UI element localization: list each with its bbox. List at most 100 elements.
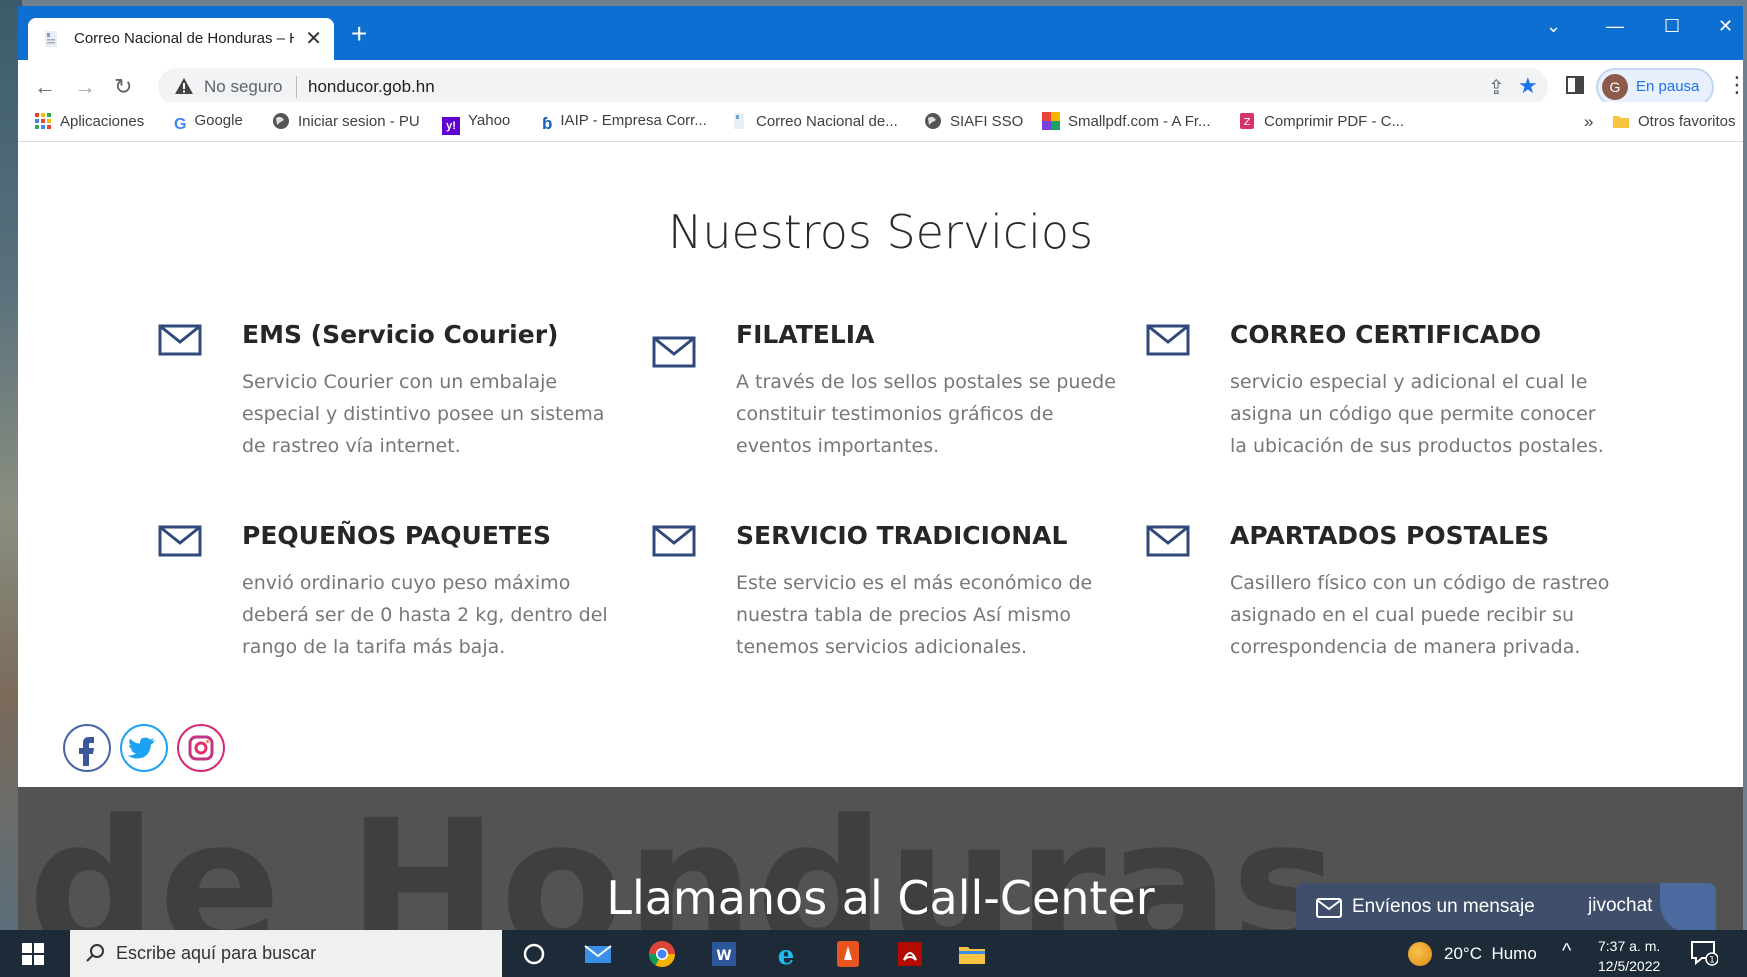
bookmark-siafi[interactable]: SIAFI SSO — [924, 112, 1023, 130]
notification-center-icon[interactable]: 1 — [1690, 940, 1718, 966]
bookmark-label: Aplicaciones — [60, 113, 145, 130]
other-bookmarks[interactable]: Otros favoritos — [1612, 112, 1736, 130]
profile-avatar: G — [1602, 74, 1628, 100]
envelope-icon — [1146, 525, 1190, 557]
reload-icon[interactable]: ↻ — [114, 74, 132, 100]
service-description: A través de los sellos postales se puede… — [736, 371, 1116, 457]
service-description: Casillero físico con un código de rastre… — [1230, 572, 1610, 658]
chat-widget-tail — [1660, 883, 1716, 930]
envelope-icon — [158, 324, 202, 356]
bookmark-star-icon[interactable]: ★ — [1518, 73, 1538, 99]
honducor-icon — [734, 113, 744, 129]
globe-icon — [925, 113, 941, 129]
search-placeholder: Escribe aquí para buscar — [116, 943, 317, 963]
internet-explorer-icon[interactable]: e — [770, 938, 802, 970]
service-title: SERVICIO TRADICIONAL — [736, 521, 1068, 550]
tab-close-icon[interactable]: ✕ — [305, 26, 322, 51]
show-hidden-icons-icon[interactable]: ^ — [1562, 940, 1571, 963]
cortana-icon[interactable] — [518, 938, 550, 970]
smallpdf-icon — [1042, 112, 1060, 130]
address-bar[interactable]: No seguro honducor.gob.hn ⇪ ★ — [158, 68, 1548, 106]
address-separator — [296, 76, 297, 98]
bookmark-label: Smallpdf.com - A Fr... — [1068, 113, 1211, 130]
forward-arrow-icon[interactable]: → — [74, 74, 96, 100]
browser-window: Correo Nacional de Honduras – H ✕ + ⌄ — … — [18, 6, 1743, 930]
jivochat-logo: jivochat — [1588, 895, 1653, 916]
bookmark-yahoo[interactable]: y! Yahoo — [442, 112, 510, 135]
svg-text:Z: Z — [1244, 117, 1251, 128]
search-icon — [86, 944, 104, 962]
apps-grid-icon — [35, 113, 51, 129]
bookmark-aplicaciones[interactable]: Aplicaciones — [34, 112, 144, 130]
new-tab-button[interactable]: + — [351, 20, 367, 48]
share-icon[interactable]: ⇪ — [1488, 75, 1505, 100]
clock-date: 12/5/2022 — [1598, 958, 1661, 974]
service-description: Este servicio es el más económico de nue… — [736, 572, 1093, 658]
notification-count: 1 — [1709, 956, 1715, 966]
envelope-icon — [652, 525, 696, 557]
foxit-reader-icon[interactable] — [832, 938, 864, 970]
yahoo-icon: y! — [442, 117, 460, 135]
chat-widget[interactable]: Envíenos un mensaje jivochat — [1296, 883, 1716, 930]
iaip-icon: ɓ — [542, 114, 553, 133]
weather-condition: Humo — [1491, 944, 1537, 963]
tray-weather[interactable]: 20°C Humo — [1444, 944, 1537, 964]
profile-status: En pausa — [1636, 78, 1700, 95]
envelope-icon — [1146, 324, 1190, 356]
profile-button[interactable]: G En pausa — [1596, 68, 1714, 106]
service-description: servicio especial y adicional el cual le… — [1230, 371, 1604, 457]
bookmark-smallpdf[interactable]: Smallpdf.com - A Fr... — [1042, 112, 1211, 130]
temperature: 20°C — [1444, 944, 1482, 963]
word-icon[interactable]: W — [708, 938, 740, 970]
honducor-favicon-icon — [45, 31, 57, 47]
bookmark-iniciar-sesion[interactable]: Iniciar sesion - PU — [272, 112, 420, 130]
windows-start-icon[interactable] — [22, 943, 44, 965]
web-page: Nuestros Servicios EMS (Servicio Courier… — [18, 143, 1743, 930]
windows-taskbar: Escribe aquí para buscar W e 20°C Humo ^… — [0, 930, 1747, 977]
clock[interactable]: 7:37 a. m. 12/5/2022 — [1598, 936, 1660, 976]
browser-menu-icon[interactable]: ⋮ — [1726, 72, 1743, 98]
bookmark-comprimir-pdf[interactable]: Z Comprimir PDF - C... — [1238, 112, 1404, 130]
mail-app-icon[interactable] — [582, 938, 614, 970]
taskbar-search[interactable]: Escribe aquí para buscar — [70, 930, 502, 977]
section-title: Nuestros Servicios — [667, 205, 1094, 259]
back-arrow-icon[interactable]: ← — [34, 74, 56, 100]
file-explorer-icon[interactable] — [956, 938, 988, 970]
service-title: FILATELIA — [736, 320, 875, 349]
twitter-icon[interactable] — [119, 723, 169, 773]
side-panel-icon[interactable] — [1566, 76, 1584, 94]
service-description: envió ordinario cuyo peso máximo deberá … — [242, 572, 608, 658]
not-secure-label[interactable]: No seguro — [204, 77, 282, 97]
weather-icon[interactable] — [1408, 942, 1432, 966]
service-title: PEQUEÑOS PAQUETES — [242, 521, 552, 550]
bookmark-label: Iniciar sesion - PU — [298, 113, 420, 130]
instagram-icon[interactable] — [176, 723, 226, 773]
bookmark-iaip[interactable]: ɓ IAIP - Empresa Corr... — [542, 112, 707, 133]
tab-title: Correo Nacional de Honduras – H — [74, 30, 294, 47]
service-title: APARTADOS POSTALES — [1230, 521, 1550, 550]
url-text[interactable]: honducor.gob.hn — [308, 77, 435, 97]
bookmark-label: IAIP - Empresa Corr... — [560, 112, 707, 129]
envelope-icon — [1316, 898, 1342, 918]
chrome-icon[interactable] — [646, 938, 678, 970]
minimize-icon[interactable]: — — [1606, 16, 1624, 37]
facebook-icon[interactable] — [62, 723, 112, 773]
bookmark-google[interactable]: G Google — [174, 112, 243, 134]
envelope-icon — [652, 336, 696, 368]
globe-icon — [273, 113, 289, 129]
service-title: CORREO CERTIFICADO — [1230, 320, 1542, 349]
close-window-icon[interactable]: ✕ — [1718, 16, 1733, 37]
tab-search-chevron-icon[interactable]: ⌄ — [1546, 16, 1561, 37]
bookmark-label: Yahoo — [468, 112, 511, 129]
bookmark-label: Correo Nacional de... — [756, 113, 898, 130]
envelope-icon — [158, 525, 202, 557]
folder-icon — [1613, 116, 1629, 128]
warning-triangle-icon — [175, 78, 193, 94]
bookmarks-overflow-icon[interactable]: » — [1584, 112, 1593, 132]
browser-tab[interactable]: Correo Nacional de Honduras – H ✕ — [28, 18, 334, 60]
maximize-icon[interactable]: ☐ — [1664, 16, 1680, 37]
acrobat-reader-icon[interactable] — [894, 938, 926, 970]
title-bar: Correo Nacional de Honduras – H ✕ + ⌄ — … — [18, 6, 1743, 60]
service-title: EMS (Servicio Courier) — [242, 320, 559, 349]
bookmark-correo-nacional[interactable]: Correo Nacional de... — [730, 112, 898, 130]
